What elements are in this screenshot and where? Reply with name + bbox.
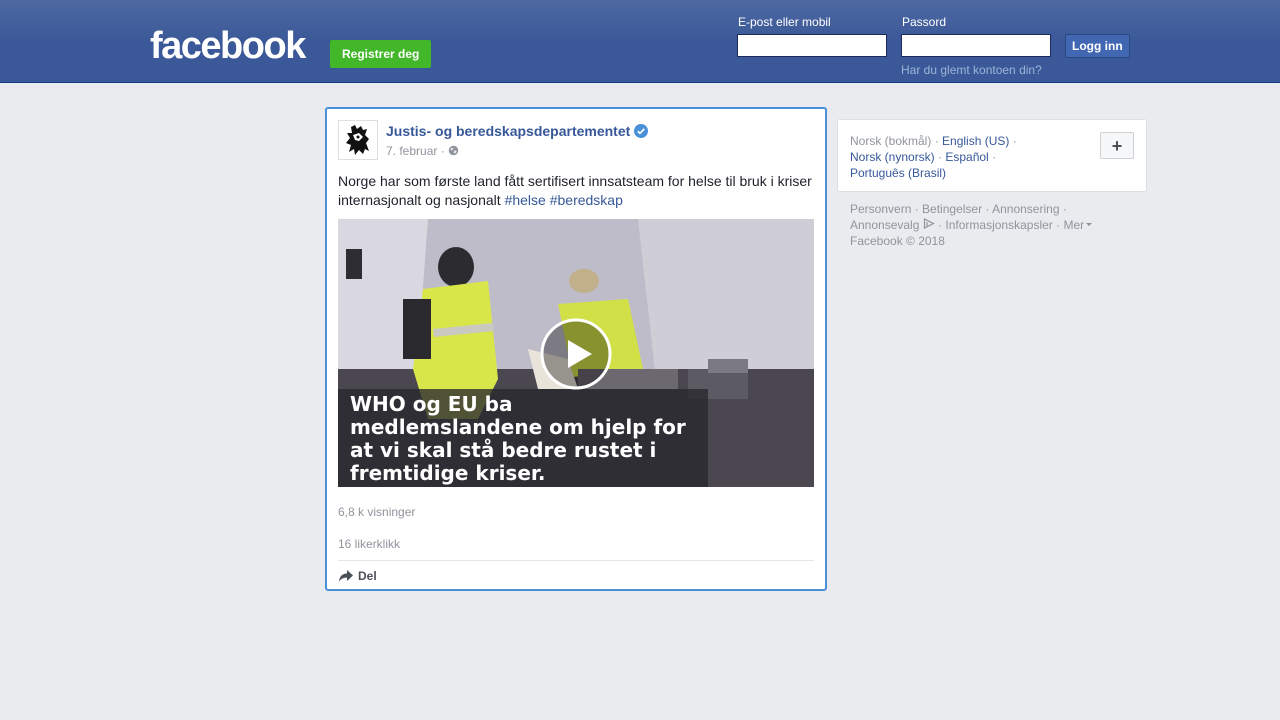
post-date-link[interactable]: 7. februar xyxy=(386,144,437,158)
forgot-account-link[interactable]: Har du glemt kontoen din? xyxy=(901,63,1042,77)
globe-icon xyxy=(448,145,459,156)
view-count: 6,8 k visninger xyxy=(338,505,416,519)
password-field[interactable] xyxy=(901,34,1051,57)
footer-links: Personvern · Betingelser · Annonsering ·… xyxy=(850,201,1140,249)
footer-link-mer[interactable]: Mer xyxy=(1063,218,1093,232)
password-label: Passord xyxy=(902,15,947,29)
language-current: Norsk (bokmål) xyxy=(850,134,932,148)
annonsevalg-label: Annonsevalg xyxy=(850,218,920,232)
share-label: Del xyxy=(358,569,377,583)
top-navigation-bar: facebook Registrer deg E-post eller mobi… xyxy=(0,0,1280,83)
meta-separator: · xyxy=(437,144,449,158)
action-divider xyxy=(338,560,814,561)
post-meta: 7. februar · xyxy=(386,144,459,158)
email-label: E-post eller mobil xyxy=(738,15,831,29)
language-espanol[interactable]: Español xyxy=(945,150,988,164)
footer-link-betingelser[interactable]: Betingelser xyxy=(922,202,982,216)
register-button[interactable]: Registrer deg xyxy=(330,40,432,68)
language-list: Norsk (bokmål) · English (US) · Norsk (n… xyxy=(850,134,1017,180)
more-languages-button[interactable]: + xyxy=(1100,132,1134,159)
login-button[interactable]: Logg inn xyxy=(1065,34,1130,58)
adchoices-icon xyxy=(923,218,935,229)
hashtag-beredskap[interactable]: #beredskap xyxy=(550,192,623,208)
footer-link-personvern[interactable]: Personvern xyxy=(850,202,911,216)
language-nynorsk[interactable]: Norsk (nynorsk) xyxy=(850,150,935,164)
facebook-logo[interactable]: facebook xyxy=(150,26,306,66)
language-portugues[interactable]: Português (Brasil) xyxy=(850,166,946,180)
footer-link-informasjonskapsler[interactable]: Informasjonskapsler xyxy=(945,218,1052,232)
language-english[interactable]: English (US) xyxy=(942,134,1009,148)
footer-link-annonsering[interactable]: Annonsering xyxy=(992,202,1059,216)
post-text: Norge har som første land fått sertifise… xyxy=(338,172,818,210)
verified-badge-icon xyxy=(634,124,648,138)
email-field[interactable] xyxy=(737,34,887,57)
chevron-down-icon xyxy=(1086,223,1093,226)
lion-crest-icon xyxy=(346,125,369,155)
mer-label: Mer xyxy=(1063,218,1085,232)
language-selector: Norsk (bokmål) · English (US) · Norsk (n… xyxy=(837,119,1147,192)
page-avatar[interactable] xyxy=(338,120,378,160)
post-card: Justis- og beredskapsdepartementet 7. fe… xyxy=(325,107,827,591)
copyright: Facebook © 2018 xyxy=(850,234,945,248)
share-arrow-icon xyxy=(339,570,353,582)
video-player[interactable]: WHO og EU ba medlemslandene om hjelp for… xyxy=(338,219,814,487)
footer-link-annonsevalg[interactable]: Annonsevalg xyxy=(850,218,935,232)
video-caption: WHO og EU ba medlemslandene om hjelp for… xyxy=(338,389,708,487)
hashtag-helse[interactable]: #helse xyxy=(505,192,546,208)
play-icon[interactable] xyxy=(540,318,612,390)
like-count[interactable]: 16 likerklikk xyxy=(338,537,400,551)
share-button[interactable]: Del xyxy=(338,568,377,584)
page-name-link[interactable]: Justis- og beredskapsdepartementet xyxy=(386,123,630,139)
